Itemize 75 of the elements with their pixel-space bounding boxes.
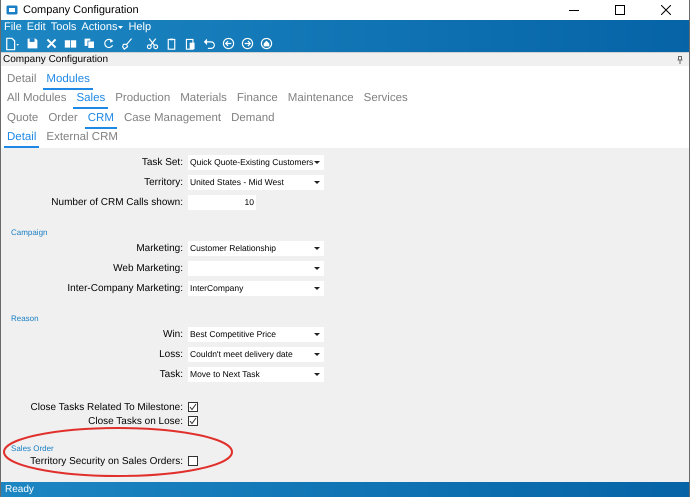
caret-icon bbox=[314, 160, 320, 164]
tab[interactable]: Modules bbox=[43, 72, 93, 90]
field-label: Territory: bbox=[143, 176, 183, 190]
field-label: Win: bbox=[162, 328, 183, 342]
tab[interactable]: Maintenance bbox=[284, 91, 357, 109]
caret-icon bbox=[314, 246, 320, 250]
tab[interactable]: Materials bbox=[177, 91, 230, 109]
back-icon[interactable] bbox=[222, 37, 235, 50]
tab[interactable]: Production bbox=[112, 91, 174, 109]
scissors-icon[interactable] bbox=[146, 37, 159, 50]
caret-icon bbox=[314, 332, 320, 336]
field-label: Close Tasks Related To Milestone: bbox=[30, 400, 183, 414]
menu-item[interactable]: Tools bbox=[50, 19, 76, 36]
refresh-icon[interactable] bbox=[102, 37, 115, 50]
field-label: Inter-Company Marketing: bbox=[66, 282, 183, 296]
home-icon[interactable] bbox=[260, 37, 273, 50]
tab[interactable]: Order bbox=[45, 110, 81, 128]
tab[interactable]: All Modules bbox=[4, 91, 70, 109]
menu-item[interactable]: Edit bbox=[26, 19, 46, 36]
tab[interactable]: CRM bbox=[84, 110, 117, 128]
checkbox[interactable] bbox=[188, 416, 198, 426]
caret-icon bbox=[314, 372, 320, 376]
section-heading: Reason bbox=[10, 314, 40, 324]
caret-icon bbox=[314, 180, 320, 184]
number-field[interactable]: 10 bbox=[188, 194, 256, 210]
save-icon[interactable] bbox=[26, 37, 39, 50]
field-label: Close Tasks on Lose: bbox=[87, 414, 183, 428]
new-file-icon[interactable] bbox=[4, 36, 20, 50]
status-text: Ready bbox=[5, 483, 34, 497]
dropdown[interactable]: Customer Relationship bbox=[188, 240, 324, 256]
field-label: Web Marketing: bbox=[112, 262, 183, 276]
maximize-icon bbox=[615, 5, 625, 15]
section-heading: Campaign bbox=[10, 228, 48, 238]
field-label: Task: bbox=[158, 368, 183, 382]
tab[interactable]: Quote bbox=[4, 110, 42, 128]
undo-icon[interactable] bbox=[203, 37, 216, 50]
clipboard-icon[interactable] bbox=[165, 37, 178, 50]
menu-item[interactable]: Help bbox=[128, 19, 152, 36]
forward-icon[interactable] bbox=[241, 37, 254, 50]
tab[interactable]: Sales bbox=[73, 91, 108, 109]
brush-icon[interactable] bbox=[121, 37, 134, 50]
tab[interactable]: Finance bbox=[234, 91, 281, 109]
section-heading: Sales Order bbox=[10, 444, 55, 454]
copy-icon[interactable] bbox=[83, 37, 96, 50]
dropdown[interactable]: Best Competitive Price bbox=[188, 326, 324, 342]
window-icon bbox=[6, 5, 18, 15]
field-label: Number of CRM Calls shown: bbox=[50, 196, 183, 210]
dropdown[interactable]: United States - Mid West bbox=[188, 174, 324, 190]
checkbox[interactable] bbox=[188, 456, 198, 466]
checkbox[interactable] bbox=[188, 402, 198, 412]
caret-icon bbox=[314, 286, 320, 290]
dropdown[interactable]: Couldn't meet delivery date bbox=[188, 346, 324, 362]
tab[interactable]: Services bbox=[360, 91, 411, 109]
tab[interactable]: Detail bbox=[4, 72, 40, 90]
field-label: Loss: bbox=[158, 348, 183, 362]
panel-title: Company Configuration bbox=[3, 53, 108, 67]
window-title: Company Configuration bbox=[23, 2, 139, 18]
delete-icon[interactable] bbox=[45, 37, 58, 50]
menu-item[interactable]: Actions bbox=[81, 19, 124, 36]
caret-icon bbox=[314, 352, 320, 356]
close-icon bbox=[661, 5, 671, 15]
pin-icon[interactable] bbox=[677, 56, 683, 64]
caret-icon bbox=[314, 266, 320, 270]
tab[interactable]: Case Management bbox=[120, 110, 224, 128]
caret-icon bbox=[118, 26, 124, 29]
field-label: Territory Security on Sales Orders: bbox=[29, 454, 183, 468]
field-label: Marketing: bbox=[135, 242, 183, 256]
paste-icon[interactable] bbox=[184, 37, 197, 50]
tab[interactable]: External CRM bbox=[43, 130, 121, 148]
dropdown[interactable]: Move to Next Task bbox=[188, 366, 324, 382]
dropdown[interactable]: InterCompany bbox=[188, 280, 324, 296]
field-label: Task Set: bbox=[140, 156, 183, 170]
menu-item[interactable]: File bbox=[4, 19, 22, 36]
dropdown[interactable]: Quick Quote-Existing Customers bbox=[188, 154, 324, 170]
tab[interactable]: Demand bbox=[228, 110, 278, 128]
